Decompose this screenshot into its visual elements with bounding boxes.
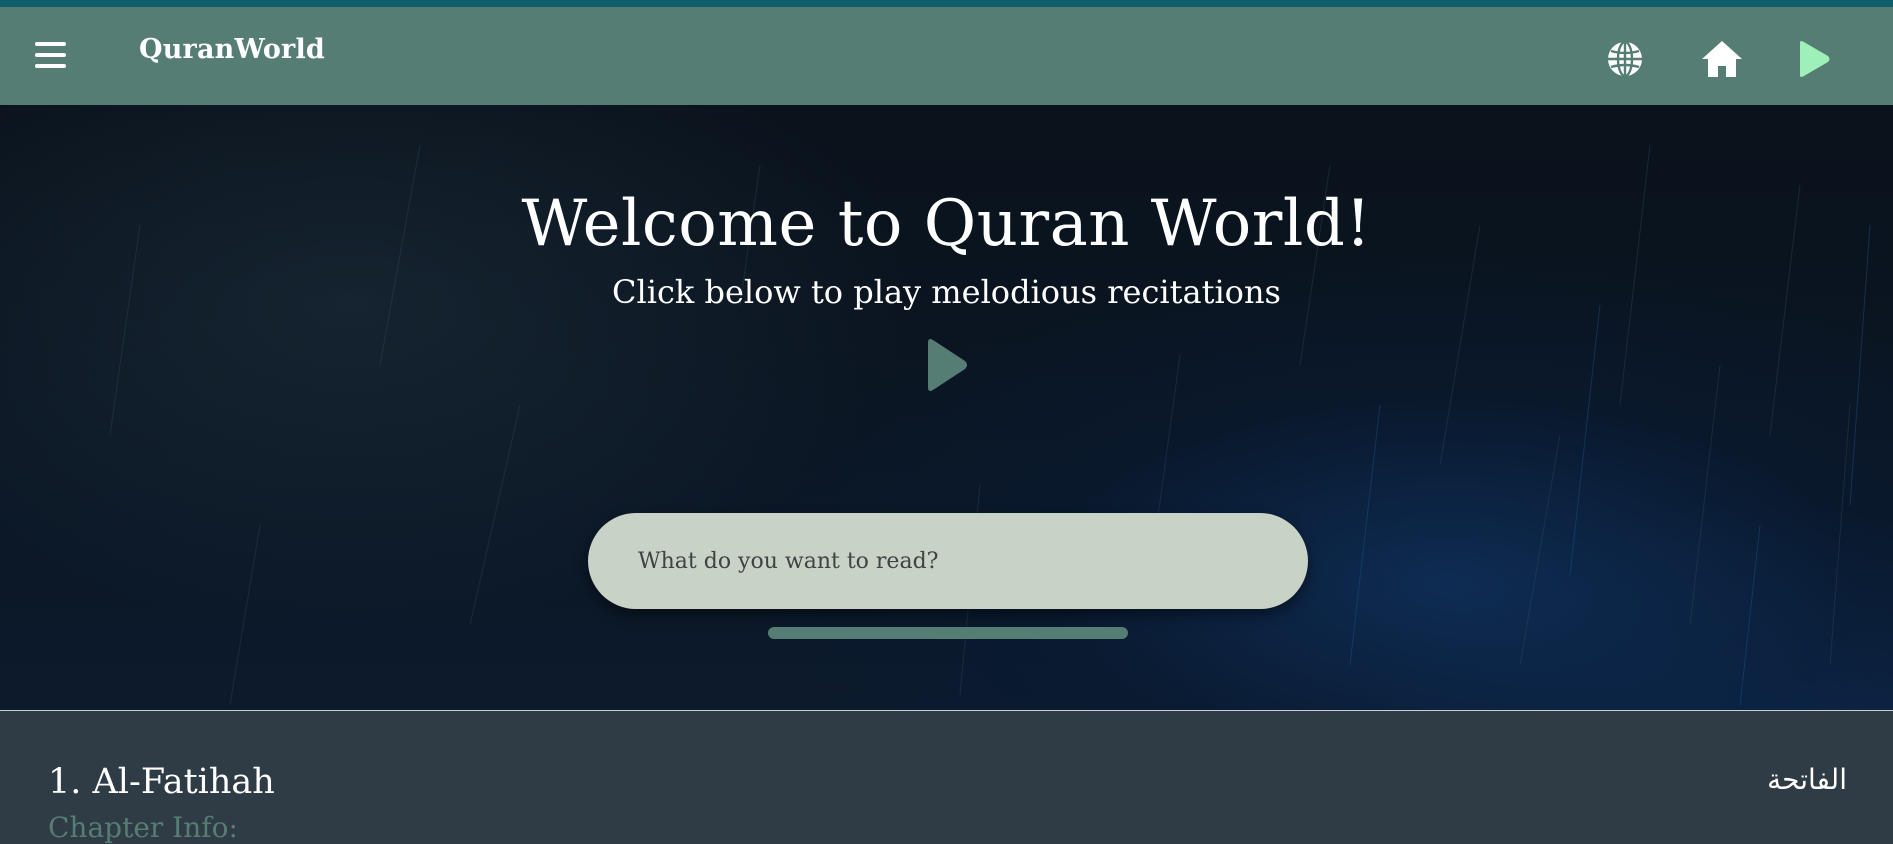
hero-title: Welcome to Quran World! xyxy=(521,187,1372,261)
brand-logo-text[interactable]: QuranWorld xyxy=(139,34,325,65)
hamburger-menu-icon[interactable] xyxy=(34,40,68,70)
top-accent-strip xyxy=(0,0,1893,7)
hero-banner: Welcome to Quran World! Click below to p… xyxy=(0,105,1893,710)
globe-icon[interactable] xyxy=(1603,37,1647,81)
search-underline-bar xyxy=(768,627,1128,639)
surah-arabic-name: الفاتحة xyxy=(1767,763,1847,796)
chapter-info-label: Chapter Info: xyxy=(48,811,238,844)
search-input[interactable] xyxy=(636,513,1276,609)
search-box[interactable] xyxy=(588,513,1308,609)
navbar: QuranWorld xyxy=(0,7,1893,105)
hero-play-icon[interactable] xyxy=(924,337,970,393)
home-icon[interactable] xyxy=(1700,37,1744,81)
hero-subtitle: Click below to play melodious recitation… xyxy=(612,273,1281,311)
surah-title[interactable]: 1. Al-Fatihah xyxy=(48,762,275,802)
surah-list: 1. Al-Fatihah الفاتحة Chapter Info: xyxy=(0,711,1893,844)
nav-play-icon[interactable] xyxy=(1792,37,1836,81)
